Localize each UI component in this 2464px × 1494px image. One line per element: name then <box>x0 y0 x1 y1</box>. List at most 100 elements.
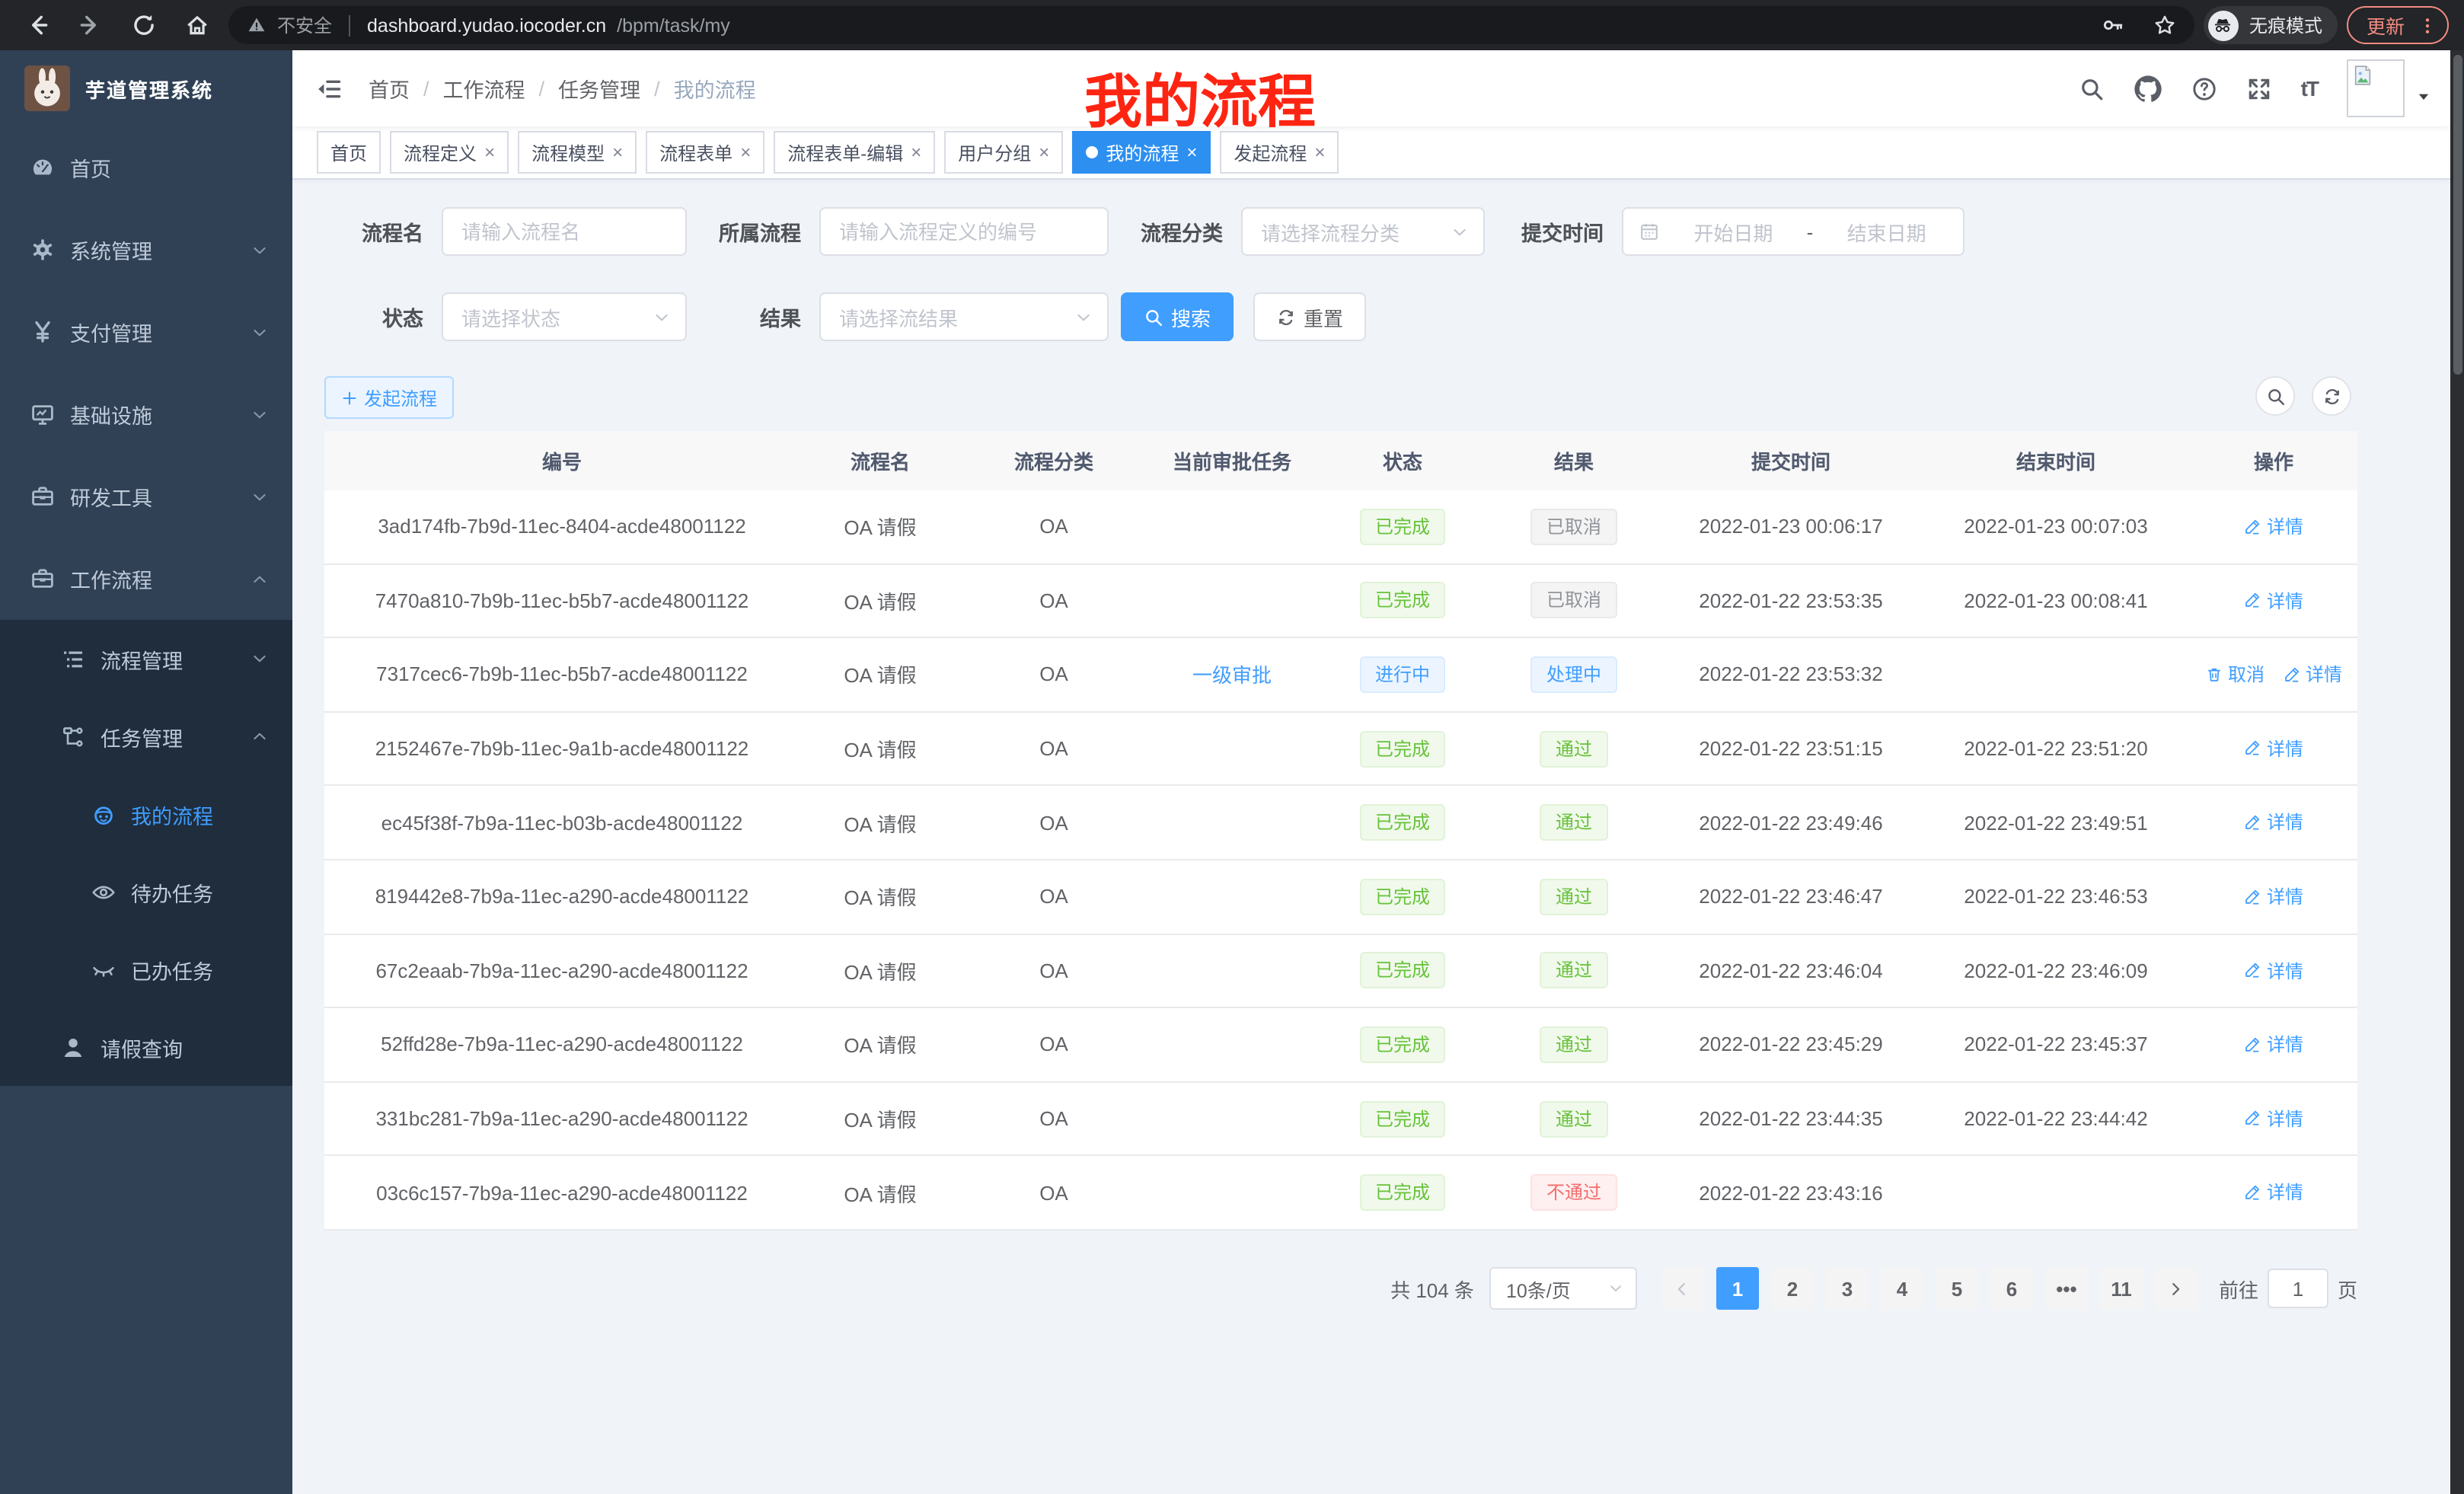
reload-icon[interactable] <box>131 12 157 38</box>
breadcrumb-item[interactable]: 任务管理 <box>558 73 640 104</box>
page-button-6[interactable]: 6 <box>1990 1267 2033 1310</box>
cell-status: 已完成 <box>1317 1174 1488 1211</box>
cell-status: 已完成 <box>1317 879 1488 915</box>
close-icon[interactable]: × <box>740 143 751 161</box>
detail-action-link[interactable]: 详情 <box>2244 1031 2303 1057</box>
detail-action-link[interactable]: 详情 <box>2244 1106 2303 1132</box>
prev-page-button[interactable] <box>1661 1267 1704 1310</box>
result-placeholder: 请选择流结果 <box>839 302 958 331</box>
detail-action-link[interactable]: 详情 <box>2244 1180 2303 1205</box>
sidebar-item-dev-tools[interactable]: 研发工具 <box>0 455 292 538</box>
tab-home[interactable]: 首页 <box>317 131 381 174</box>
key-icon[interactable] <box>2102 14 2124 37</box>
process-category-select[interactable]: 请选择流程分类 <box>1241 207 1485 256</box>
sidebar-item-system-management[interactable]: 系统管理 <box>0 209 292 291</box>
close-icon[interactable]: × <box>612 143 623 161</box>
cell-result: 已取消 <box>1488 583 1660 619</box>
sidebar-item-my-process[interactable]: 我的流程 <box>0 775 292 853</box>
close-icon[interactable]: × <box>484 143 495 161</box>
help-icon[interactable] <box>2191 75 2217 101</box>
goto-page-input[interactable] <box>2268 1269 2328 1308</box>
show-search-toggle-button[interactable] <box>2255 376 2295 416</box>
close-icon[interactable]: × <box>1039 143 1049 161</box>
close-icon[interactable]: × <box>1314 143 1325 161</box>
window-scrollbar[interactable] <box>2450 50 2464 1494</box>
sidebar-item-todo-tasks[interactable]: 待办任务 <box>0 853 292 931</box>
github-icon[interactable] <box>2134 74 2162 103</box>
font-size-icon[interactable]: tT <box>2301 76 2318 101</box>
cell-process-name: OA 请假 <box>800 734 961 763</box>
scrollbar-thumb[interactable] <box>2453 55 2462 375</box>
cell-category: OA <box>961 1033 1147 1056</box>
tab-process-form[interactable]: 流程表单× <box>646 131 764 174</box>
fullscreen-icon[interactable] <box>2246 75 2272 101</box>
detail-action-link[interactable]: 详情 <box>2283 661 2342 687</box>
close-icon[interactable]: × <box>1186 143 1197 161</box>
result-select[interactable]: 请选择流结果 <box>819 292 1109 341</box>
bookmark-star-icon[interactable] <box>2153 14 2176 37</box>
page-button-4[interactable]: 4 <box>1881 1267 1923 1310</box>
sidebar-item-task-management[interactable]: 任务管理 <box>0 698 292 775</box>
page-root: 不安全 dashboard.yudao.iocoder.cn/bpm/task/… <box>0 0 2464 1494</box>
sidebar-item-payment-management[interactable]: 支付管理 <box>0 291 292 373</box>
cell-process-name: OA 请假 <box>800 956 961 985</box>
process-definition-input[interactable] <box>819 207 1109 256</box>
reset-button[interactable]: 重置 <box>1253 292 1366 341</box>
page-button-1[interactable]: 1 <box>1716 1267 1759 1310</box>
process-name-input-field[interactable] <box>443 209 685 254</box>
cancel-action-link[interactable]: 取消 <box>2205 661 2265 687</box>
process-definition-input-field[interactable] <box>821 209 1107 254</box>
tab-process-definition[interactable]: 流程定义× <box>390 131 509 174</box>
page-button-11[interactable]: 11 <box>2100 1267 2143 1310</box>
sidebar-item-infrastructure[interactable]: 基础设施 <box>0 373 292 455</box>
start-process-button[interactable]: 发起流程 <box>324 376 454 419</box>
status-select[interactable]: 请选择状态 <box>442 292 687 341</box>
process-name-input[interactable] <box>442 207 687 256</box>
browser-menu-icon[interactable] <box>2417 14 2438 36</box>
sidebar-logo[interactable]: 芋道管理系统 <box>0 50 292 126</box>
forward-icon[interactable] <box>78 12 104 38</box>
breadcrumb-item[interactable]: 首页 <box>369 73 410 104</box>
tab-user-group[interactable]: 用户分组 × <box>944 131 1063 174</box>
detail-action-link[interactable]: 详情 <box>2244 957 2303 983</box>
result-badge: 通过 <box>1540 1026 1607 1063</box>
tab-label: 用户分组 <box>958 139 1031 165</box>
cell-process-id: 03c6c157-7b9a-11ec-a290-acde48001122 <box>324 1181 800 1204</box>
detail-action-link[interactable]: 详情 <box>2244 587 2303 613</box>
breadcrumb-item[interactable]: 工作流程 <box>443 73 525 104</box>
tab-process-model[interactable]: 流程模型× <box>518 131 637 174</box>
home-icon[interactable] <box>184 12 210 38</box>
detail-action-link[interactable]: 详情 <box>2244 809 2303 835</box>
detail-action-link[interactable]: 详情 <box>2244 883 2303 909</box>
chevron-left-icon <box>1674 1280 1691 1297</box>
avatar[interactable] <box>2347 59 2405 117</box>
browser-toolbar: 不安全 dashboard.yudao.iocoder.cn/bpm/task/… <box>0 0 2464 50</box>
browser-update-button[interactable]: 更新 <box>2347 6 2449 44</box>
current-task-link[interactable]: 一级审批 <box>1192 665 1272 688</box>
column-header: 结果 <box>1488 446 1660 475</box>
submit-time-range-picker[interactable]: 开始日期 - 结束日期 <box>1622 207 1964 256</box>
avatar-caret-down-icon[interactable] <box>2415 88 2432 105</box>
page-size-select[interactable]: 10条/页 <box>1489 1267 1637 1310</box>
refresh-table-button[interactable] <box>2312 376 2351 416</box>
detail-action-link[interactable]: 详情 <box>2244 513 2303 539</box>
search-button[interactable]: 搜索 <box>1121 292 1234 341</box>
detail-action-link[interactable]: 详情 <box>2244 736 2303 761</box>
filter-row-2: 状态 请选择状态 结果 请选择流结果 搜索 重置 <box>324 292 1366 341</box>
sidebar-item-home[interactable]: 首页 <box>0 126 292 209</box>
page-button-2[interactable]: 2 <box>1771 1267 1814 1310</box>
header-search-icon[interactable] <box>2079 75 2105 101</box>
sidebar-item-process-management[interactable]: 流程管理 <box>0 620 292 698</box>
page-button-3[interactable]: 3 <box>1826 1267 1869 1310</box>
sidebar-item-done-tasks[interactable]: 已办任务 <box>0 931 292 1008</box>
tab-process-form-edit[interactable]: 流程表单-编辑× <box>774 131 935 174</box>
close-icon[interactable]: × <box>911 143 921 161</box>
sidebar-item-leave-query[interactable]: 请假查询 <box>0 1008 292 1086</box>
hamburger-icon[interactable] <box>315 74 344 103</box>
next-page-button[interactable] <box>2155 1267 2197 1310</box>
more-pages-button[interactable]: ••• <box>2045 1267 2088 1310</box>
sidebar-item-workflow[interactable]: 工作流程 <box>0 538 292 620</box>
back-icon[interactable] <box>24 12 50 38</box>
page-button-5[interactable]: 5 <box>1936 1267 1978 1310</box>
address-bar[interactable]: 不安全 dashboard.yudao.iocoder.cn/bpm/task/… <box>228 6 2194 44</box>
